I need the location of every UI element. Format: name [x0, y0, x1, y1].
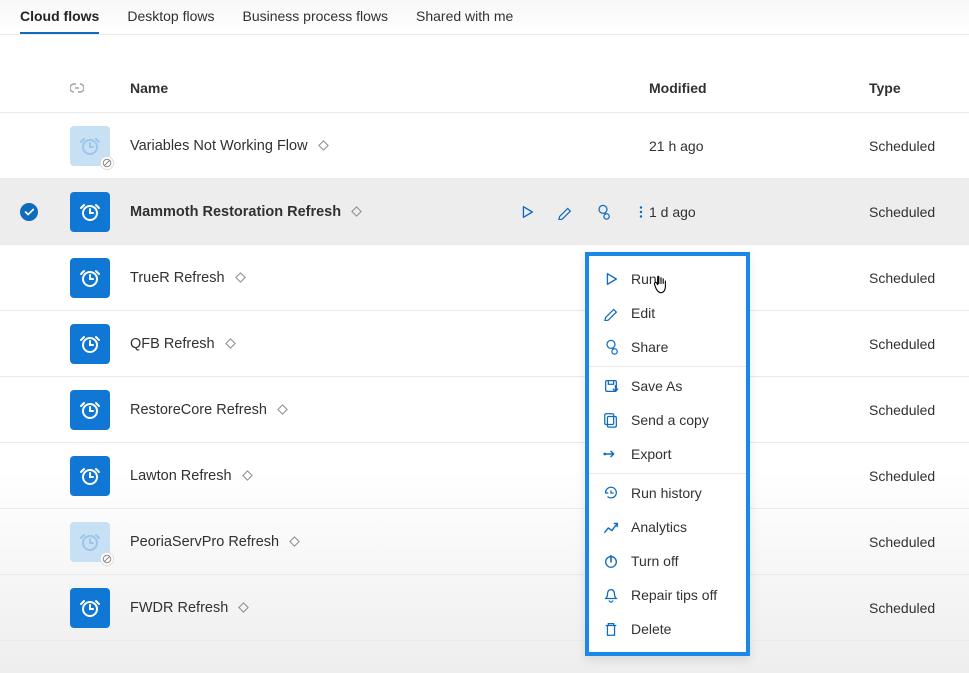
tabs-bar: Cloud flows Desktop flows Business proce…	[0, 0, 969, 35]
column-headers: Name Modified Type	[0, 63, 969, 113]
analytics-icon	[603, 519, 619, 535]
premium-diamond-icon	[225, 338, 236, 349]
scheduled-flow-icon	[70, 456, 110, 496]
disabled-badge-icon	[100, 552, 114, 566]
menu-separator	[589, 473, 746, 474]
share-icon[interactable]	[595, 204, 611, 220]
tab-shared-with-me[interactable]: Shared with me	[416, 8, 513, 34]
power-icon	[603, 553, 619, 569]
menu-separator	[589, 366, 746, 367]
table-row[interactable]: RestoreCore Refresh Scheduled	[0, 377, 969, 443]
premium-diamond-icon	[242, 470, 253, 481]
premium-diamond-icon	[318, 140, 329, 151]
table-row[interactable]: PeoriaServPro Refresh Scheduled	[0, 509, 969, 575]
flow-name[interactable]: PeoriaServPro Refresh	[130, 534, 279, 550]
tab-cloud-flows[interactable]: Cloud flows	[20, 8, 99, 34]
scheduled-flow-icon	[70, 522, 110, 562]
flow-name[interactable]: TrueR Refresh	[130, 270, 225, 286]
share-icon	[603, 339, 619, 355]
edit-icon[interactable]	[557, 204, 573, 220]
column-name[interactable]: Name	[130, 80, 519, 96]
type-value: Scheduled	[869, 402, 949, 418]
table-row[interactable]: FWDR Refresh Scheduled	[0, 575, 969, 641]
flow-name[interactable]: RestoreCore Refresh	[130, 402, 267, 418]
trash-icon	[603, 621, 619, 637]
export-icon	[603, 446, 619, 462]
menu-item-label: Run	[631, 271, 657, 287]
flow-name[interactable]: FWDR Refresh	[130, 600, 228, 616]
flow-name[interactable]: Mammoth Restoration Refresh	[130, 204, 341, 220]
flow-name[interactable]: Lawton Refresh	[130, 468, 232, 484]
more-icon[interactable]	[633, 204, 649, 220]
premium-diamond-icon	[351, 206, 362, 217]
modified-value: 21 h ago	[649, 138, 869, 154]
type-value: Scheduled	[869, 138, 949, 154]
scheduled-flow-icon	[70, 192, 110, 232]
menu-item-label: Turn off	[631, 553, 678, 569]
bell-icon	[603, 587, 619, 603]
menu-item-label: Send a copy	[631, 412, 709, 428]
pencil-icon	[603, 305, 619, 321]
menu-item-label: Analytics	[631, 519, 687, 535]
flow-name[interactable]: Variables Not Working Flow	[130, 138, 308, 154]
copy-icon	[603, 412, 619, 428]
table-row[interactable]: TrueR Refresh Scheduled	[0, 245, 969, 311]
table-row[interactable]: Variables Not Working Flow 21 h agoSchedu…	[0, 113, 969, 179]
link-icon	[70, 81, 84, 95]
type-value: Scheduled	[869, 336, 949, 352]
type-value: Scheduled	[869, 270, 949, 286]
menu-item-repair-tips-off[interactable]: Repair tips off	[589, 578, 746, 612]
menu-item-label: Export	[631, 446, 671, 462]
type-value: Scheduled	[869, 468, 949, 484]
scheduled-flow-icon	[70, 258, 110, 298]
column-modified[interactable]: Modified	[649, 80, 869, 96]
table-row[interactable]: Mammoth Restoration Refresh 1 d agoSchedu…	[0, 179, 969, 245]
context-menu: Run Edit Share Save As Send a copy Export Run …	[585, 252, 750, 656]
premium-diamond-icon	[238, 602, 249, 613]
play-icon	[603, 271, 619, 287]
run-icon[interactable]	[519, 204, 535, 220]
menu-item-save-as[interactable]: Save As	[589, 369, 746, 403]
premium-diamond-icon	[277, 404, 288, 415]
table-row[interactable]: QFB Refresh Scheduled	[0, 311, 969, 377]
type-value: Scheduled	[869, 534, 949, 550]
menu-item-edit[interactable]: Edit	[589, 296, 746, 330]
premium-diamond-icon	[289, 536, 300, 547]
history-icon	[603, 485, 619, 501]
scheduled-flow-icon	[70, 324, 110, 364]
scheduled-flow-icon	[70, 588, 110, 628]
disabled-badge-icon	[100, 156, 114, 170]
column-type[interactable]: Type	[869, 80, 949, 96]
premium-diamond-icon	[235, 272, 246, 283]
type-value: Scheduled	[869, 600, 949, 616]
menu-item-label: Run history	[631, 485, 702, 501]
menu-item-label: Save As	[631, 378, 682, 394]
menu-item-send-a-copy[interactable]: Send a copy	[589, 403, 746, 437]
type-value: Scheduled	[869, 204, 949, 220]
save-as-icon	[603, 378, 619, 394]
menu-item-run-history[interactable]: Run history	[589, 476, 746, 510]
menu-item-turn-off[interactable]: Turn off	[589, 544, 746, 578]
selected-indicator-icon[interactable]	[20, 203, 38, 221]
menu-item-run[interactable]: Run	[589, 262, 746, 296]
tab-business-process-flows[interactable]: Business process flows	[242, 8, 388, 34]
scheduled-flow-icon	[70, 126, 110, 166]
menu-item-share[interactable]: Share	[589, 330, 746, 364]
menu-item-label: Delete	[631, 621, 671, 637]
menu-item-delete[interactable]: Delete	[589, 612, 746, 646]
menu-item-analytics[interactable]: Analytics	[589, 510, 746, 544]
menu-item-label: Repair tips off	[631, 587, 717, 603]
menu-item-export[interactable]: Export	[589, 437, 746, 471]
tab-desktop-flows[interactable]: Desktop flows	[127, 8, 214, 34]
modified-value: 1 d ago	[649, 204, 869, 220]
flow-name[interactable]: QFB Refresh	[130, 336, 215, 352]
scheduled-flow-icon	[70, 390, 110, 430]
menu-item-label: Edit	[631, 305, 655, 321]
menu-item-label: Share	[631, 339, 668, 355]
table-row[interactable]: Lawton Refresh Scheduled	[0, 443, 969, 509]
